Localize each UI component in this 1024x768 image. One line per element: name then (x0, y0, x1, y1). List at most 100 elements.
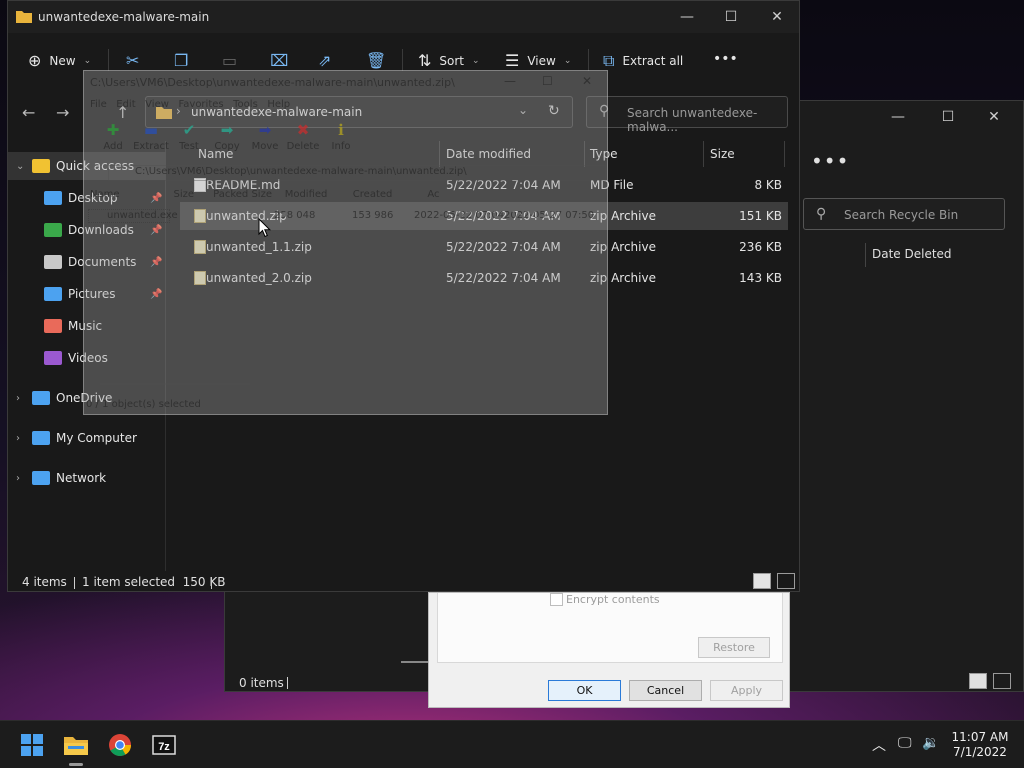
7zip-title: C:\Users\VM6\Desktop\unwantedexe-malware… (90, 76, 455, 89)
7zip-tool-label: Copy (214, 141, 240, 152)
clock-time: 11:07 AM (951, 730, 1009, 744)
more-options-button[interactable]: ••• (713, 51, 738, 67)
details-view-button[interactable] (753, 573, 771, 589)
copy-icon: ❐ (174, 51, 189, 70)
7zip-file-row[interactable]: unwanted.exe (88, 209, 178, 223)
7zip-tool-label: Extract (133, 141, 169, 152)
maximize-button[interactable]: ☐ (925, 101, 971, 133)
start-windows-icon[interactable] (14, 727, 50, 763)
toolbar-divider (108, 49, 109, 71)
sidebar-item-my-computer[interactable]: › My Computer (8, 424, 166, 452)
expand-chevron-icon[interactable]: › (16, 473, 32, 484)
back-arrow-icon[interactable]: ← (22, 103, 35, 122)
delete-button[interactable]: 🗑 (366, 51, 386, 70)
expand-chevron-icon[interactable]: › (16, 433, 32, 444)
show-hidden-icons-chevron-icon[interactable]: ︿ (872, 735, 886, 755)
7zip-window-ghost[interactable]: C:\Users\VM6\Desktop\unwantedexe-malware… (83, 70, 608, 415)
extract-icon: ⧉ (603, 51, 615, 70)
7zip-path-field[interactable]: C:\Users\VM6\Desktop\unwantedexe-malware… (108, 165, 606, 181)
encrypt-checkbox[interactable] (550, 593, 563, 606)
close-button[interactable]: ✕ (582, 74, 592, 88)
expand-chevron-icon[interactable]: › (16, 393, 32, 404)
divider (401, 661, 429, 663)
forward-arrow-icon[interactable]: → (56, 103, 69, 122)
paste-button[interactable]: ▭ (222, 51, 237, 70)
details-view-button[interactable] (969, 673, 987, 689)
rename-button[interactable]: ⌧ (270, 51, 288, 70)
download-icon (44, 223, 62, 237)
network-icon (32, 471, 50, 485)
restore-button[interactable]: Restore (698, 637, 770, 658)
title-bar[interactable]: unwantedexe-malware-main — ☐ ✕ (8, 1, 799, 33)
more-options-button[interactable]: ••• (811, 149, 849, 173)
apply-button[interactable]: Apply (710, 680, 783, 701)
expand-chevron-icon[interactable]: ⌄ (16, 161, 32, 172)
ok-button[interactable]: OK (548, 680, 621, 701)
info-icon: ℹ (338, 121, 344, 139)
7zip-menu-bar[interactable]: File Edit View Favorites Tools Help (90, 99, 290, 110)
large-icons-view-button[interactable] (993, 673, 1011, 689)
sort-label: Sort (439, 53, 465, 68)
scissors-icon: ✂ (126, 51, 140, 70)
close-button[interactable]: ✕ (971, 101, 1017, 133)
7zip-scrollbar[interactable] (100, 383, 250, 385)
status-item-count: 4 items (22, 575, 67, 589)
column-divider[interactable] (703, 141, 704, 167)
close-button[interactable]: ✕ (754, 5, 800, 29)
chevron-down-icon: ⌄ (563, 55, 572, 66)
encrypt-label: Encrypt contents (566, 593, 660, 606)
minimize-button[interactable]: — (664, 5, 710, 29)
search-input[interactable]: ⚲ Search unwantedexe-malwa... (586, 96, 788, 134)
column-header-size[interactable]: Size (710, 147, 735, 171)
cut-button[interactable]: ✂ (126, 51, 139, 70)
svg-text:7z: 7z (158, 741, 170, 753)
7zip-column-headers[interactable]: Name Size Packed Size Modified Created A… (90, 189, 440, 200)
file-size: 8 KB (754, 178, 782, 192)
clock[interactable]: 11:07 AM 7/1/2022 (944, 730, 1016, 760)
sidebar-item-label: Network (56, 471, 107, 485)
share-button[interactable]: ⇗ (318, 51, 331, 70)
maximize-button[interactable]: ☐ (542, 74, 553, 88)
new-button[interactable]: ⊕ New ⌄ (28, 51, 91, 70)
recycle-bin-search-input[interactable]: ⚲ Search Recycle Bin (803, 198, 1005, 230)
clock-date: 7/1/2022 (953, 745, 1007, 759)
star-icon (32, 159, 50, 173)
status-divider (287, 677, 288, 689)
maximize-button[interactable]: ☐ (708, 5, 754, 29)
cancel-button[interactable]: Cancel (629, 680, 702, 701)
videos-icon (44, 351, 62, 365)
chevron-down-icon: ⌄ (83, 55, 92, 66)
sidebar-item-network[interactable]: › Network (8, 464, 166, 492)
7zip-taskbar-icon[interactable]: 7z (146, 727, 182, 763)
file-size: 143 KB (739, 271, 782, 285)
view-label: View (527, 53, 556, 68)
7zip-tool-info[interactable]: ℹ Info (318, 121, 364, 152)
7zip-tool-label: Add (103, 141, 123, 152)
network-status-icon[interactable]: 🖵 (898, 735, 912, 751)
minimize-button[interactable]: — (504, 74, 516, 88)
column-divider (865, 243, 866, 267)
volume-icon[interactable]: 🔉 (922, 735, 939, 751)
file-explorer-taskbar-icon[interactable] (58, 727, 94, 763)
view-button[interactable]: ☰ View ⌄ (505, 51, 571, 70)
taskbar: 7z ︿ 🖵 🔉 11:07 AM 7/1/2022 (0, 720, 1024, 768)
extract-all-button[interactable]: ⧉ Extract all (603, 51, 683, 71)
7zip-file-name: unwanted.exe (107, 210, 178, 221)
minimize-button[interactable]: — (875, 101, 921, 133)
extract-all-label: Extract all (622, 54, 684, 68)
desktop-icon (44, 191, 62, 205)
7zip-file-created: 2022-05-27 07:50 (504, 210, 595, 221)
column-divider[interactable] (784, 141, 785, 167)
properties-dialog[interactable]: Encrypt contents Restore OK Cancel Apply (428, 592, 790, 708)
chrome-icon[interactable] (102, 727, 138, 763)
search-placeholder: Search unwantedexe-malwa... (627, 106, 758, 134)
toolbar-divider (588, 49, 589, 71)
copy-button[interactable]: ❐ (174, 51, 188, 70)
large-icons-view-button[interactable] (777, 573, 795, 589)
column-header-date-deleted[interactable]: Date Deleted (872, 247, 952, 261)
7zip-tool-label: Delete (286, 141, 320, 152)
sort-button[interactable]: ⇅ Sort ⌄ (418, 51, 480, 70)
search-placeholder: Search Recycle Bin (844, 208, 959, 222)
computer-icon (32, 431, 50, 445)
new-label: New (49, 53, 76, 68)
